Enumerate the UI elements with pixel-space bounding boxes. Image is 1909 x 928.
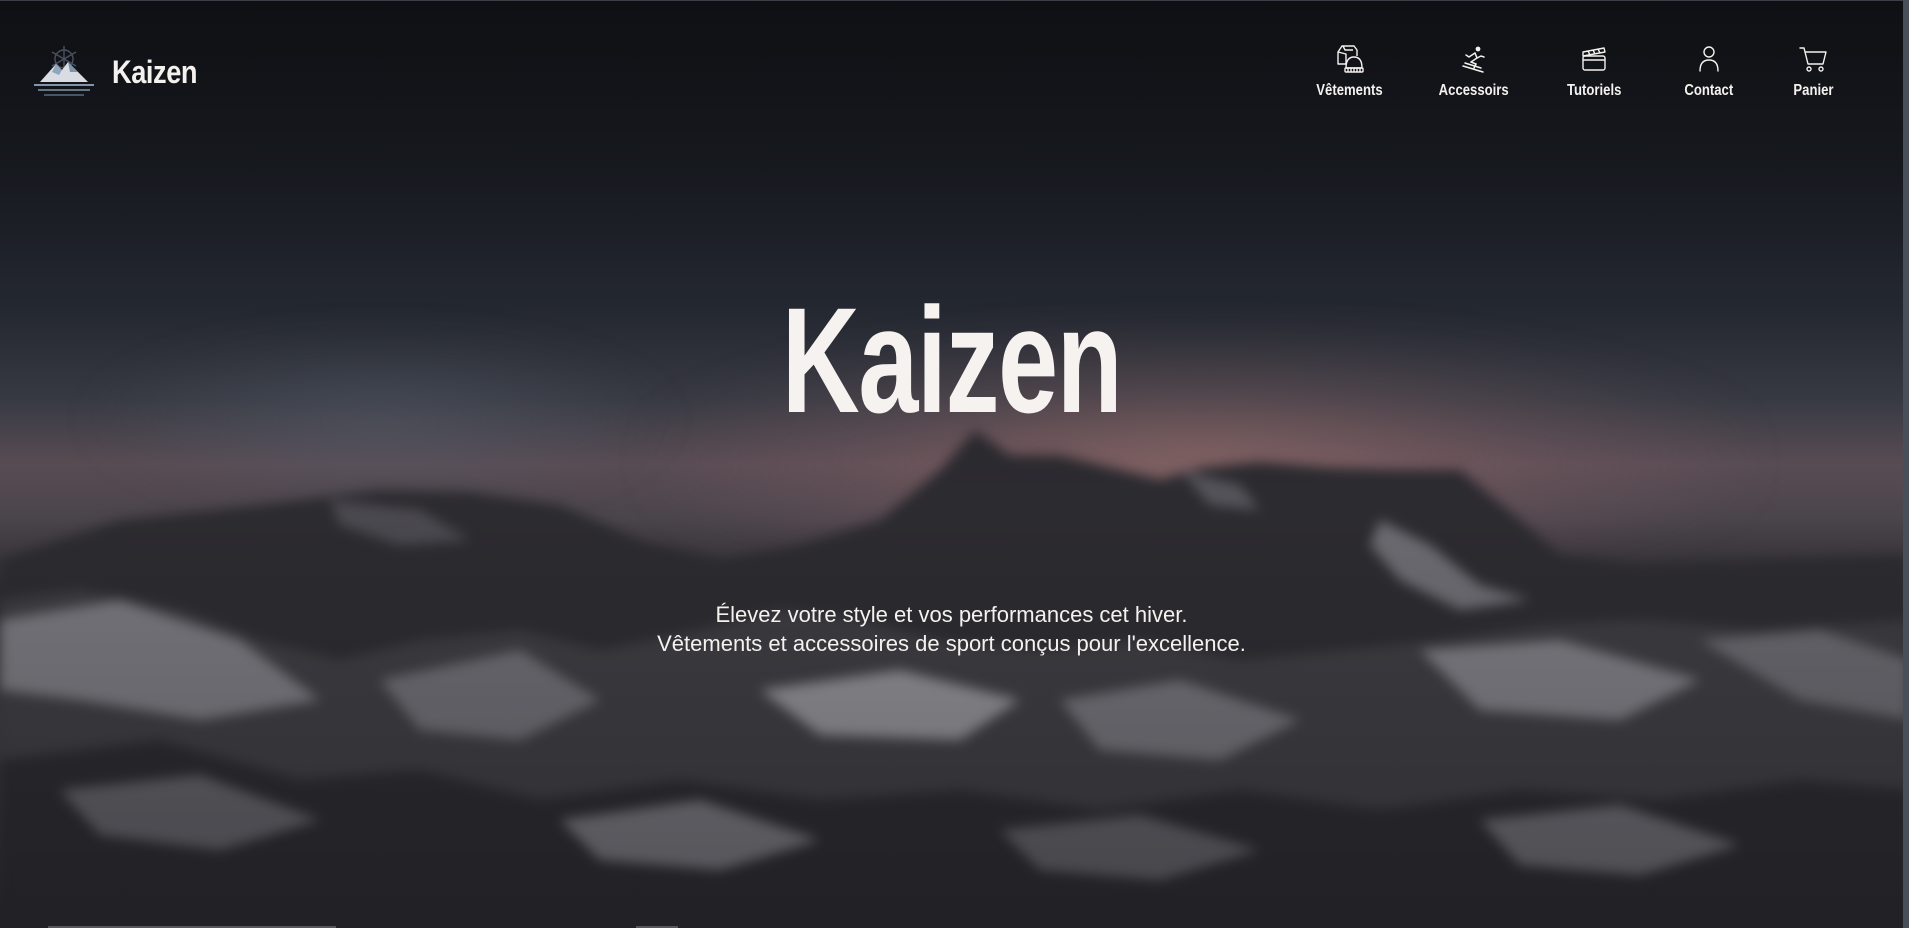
tagline-line-1: Élevez votre style et vos performances c… [715,602,1188,627]
nav-vetements[interactable]: Vêtements [1286,42,1413,100]
site-header: Kaizen Vêtements Accessoirs Tutoriels Co… [0,0,1903,150]
brand[interactable]: Kaizen [30,42,212,102]
user-icon [1699,46,1719,72]
scrollbar-track[interactable] [1903,0,1909,928]
hero-title: Kaizen [781,276,1123,444]
nav-label: Vêtements [1316,82,1383,99]
nav-label: Contact [1684,82,1734,99]
tagline-line-2: Vêtements et accessoires de sport conçus… [657,631,1246,656]
nav-accessoirs[interactable]: Accessoirs [1413,42,1535,100]
main-nav: Vêtements Accessoirs Tutoriels Contact P… [1286,42,1861,100]
nav-label: Panier [1792,82,1834,99]
clothing-icon [1336,45,1364,73]
brand-name: Kaizen [112,53,198,90]
skier-icon [1462,46,1485,73]
hero-page: Kaizen Vêtements Accessoirs Tutoriels Co… [0,0,1909,928]
nav-label: Tutoriels [1566,82,1622,99]
clapperboard-icon [1582,47,1606,71]
cart-icon [1799,47,1827,72]
nav-panier[interactable]: Panier [1765,42,1861,100]
nav-tutoriels[interactable]: Tutoriels [1535,42,1653,100]
scrollbar-thumb[interactable] [1903,0,1909,928]
mountain-snowflake-logo [34,46,94,96]
nav-label: Accessoirs [1438,82,1510,99]
hero-tagline: Élevez votre style et vos performances c… [0,600,1903,658]
nav-contact[interactable]: Contact [1653,42,1765,100]
